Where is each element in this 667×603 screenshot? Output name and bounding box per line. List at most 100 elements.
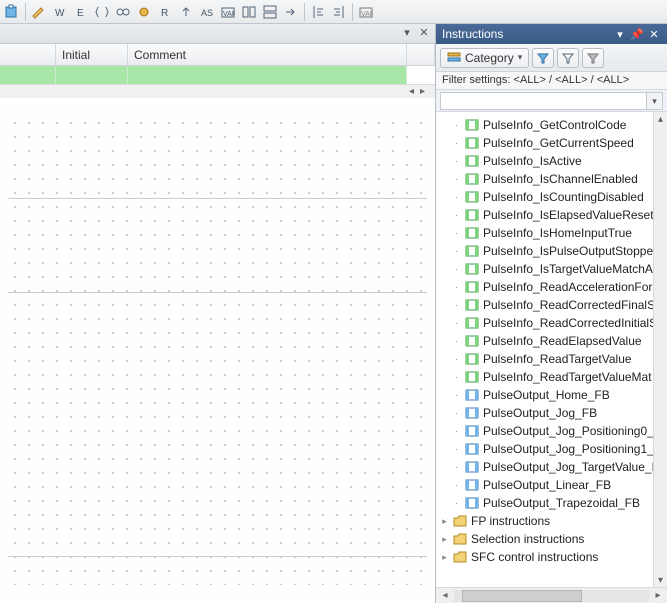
instructions-toolbar: Category ▾ [436, 44, 667, 72]
filter1-button[interactable] [532, 48, 554, 68]
fn-icon [465, 370, 479, 384]
tool-var2-icon[interactable]: VAR [356, 2, 376, 22]
svg-text:AS: AS [201, 8, 213, 18]
instruction-item[interactable]: ·PulseOutput_Jog_Positioning1_F [438, 440, 665, 458]
instruction-label: PulseOutput_Jog_TargetValue_F [483, 460, 659, 474]
close-icon[interactable]: ✕ [417, 27, 431, 41]
grid-col-comment[interactable]: Comment [128, 44, 407, 65]
tree-node-icon: · [452, 319, 461, 328]
tool-chain-icon[interactable] [113, 2, 133, 22]
grid-col-0[interactable] [0, 44, 56, 65]
panel-title-text: Instructions [442, 27, 503, 41]
grid-col-last[interactable] [407, 44, 435, 65]
tool-w-icon[interactable]: W [50, 2, 70, 22]
instruction-item[interactable]: ·PulseInfo_IsPulseOutputStoppe [438, 242, 665, 260]
instruction-item[interactable]: ·PulseOutput_Home_FB [438, 386, 665, 404]
tool-pencil-icon[interactable] [29, 2, 49, 22]
tree-node-icon: · [452, 373, 461, 382]
tree-hscroll[interactable]: ◂ ▸ [436, 587, 667, 603]
category-label: SFC control instructions [471, 550, 598, 564]
tree-node-icon: · [452, 409, 461, 418]
tree-node-icon: · [452, 247, 461, 256]
tree-vscroll[interactable]: ▴ ▾ [653, 112, 667, 587]
tool-as-icon[interactable]: AS [197, 2, 217, 22]
panel-close-icon[interactable]: ✕ [647, 27, 661, 41]
instruction-item[interactable]: ·PulseInfo_ReadCorrectedFinalS [438, 296, 665, 314]
category-button[interactable]: Category ▾ [440, 48, 529, 68]
tool-split-icon[interactable] [260, 2, 280, 22]
instruction-label: PulseInfo_IsTargetValueMatchA [483, 262, 653, 276]
instruction-item[interactable]: ·PulseInfo_GetControlCode [438, 116, 665, 134]
grid-hscroll[interactable]: ◂ ▸ [0, 84, 435, 98]
dropdown-icon[interactable]: ▾ [400, 27, 414, 41]
instruction-item[interactable]: · PulseOutput_Jog_TargetValue_F [438, 458, 665, 476]
scroll-right-icon[interactable]: ▸ [651, 590, 665, 602]
scroll-down-icon[interactable]: ▾ [654, 573, 667, 587]
tool-node-icon[interactable] [134, 2, 154, 22]
editor-pane: ▾ ✕ Initial Comment ◂ ▸ [0, 24, 436, 603]
category-label: Category [465, 51, 514, 65]
instruction-item[interactable]: ·PulseInfo_IsTargetValueMatchA [438, 260, 665, 278]
fn-icon [465, 352, 479, 366]
expand-icon[interactable]: ▸ [440, 535, 449, 544]
scroll-left-icon[interactable]: ◂ [438, 590, 452, 602]
instruction-category[interactable]: ▸Selection instructions [438, 530, 665, 548]
ladder-editor[interactable] [0, 98, 435, 603]
grid-col-initial[interactable]: Initial [56, 44, 128, 65]
instruction-item[interactable]: ·PulseInfo_IsChannelEnabled [438, 170, 665, 188]
scroll-thumb[interactable] [462, 590, 582, 602]
tree-node-icon: · [452, 463, 461, 472]
fn-icon [465, 316, 479, 330]
tool-r-icon[interactable]: R [155, 2, 175, 22]
tool-layout-icon[interactable] [239, 2, 259, 22]
chevron-down-icon: ▾ [518, 52, 523, 63]
category-label: FP instructions [471, 514, 550, 528]
instruction-item[interactable]: ·PulseInfo_ReadElapsedValue [438, 332, 665, 350]
scroll-right-icon[interactable]: ▸ [420, 86, 431, 97]
instruction-item[interactable]: ·PulseInfo_ReadTargetValue [438, 350, 665, 368]
instruction-category[interactable]: ▸ FP instructions [438, 512, 665, 530]
instruction-label: PulseInfo_ReadAccelerationFor [483, 280, 652, 294]
fn-icon [465, 190, 479, 204]
fn-icon [465, 154, 479, 168]
instruction-item[interactable]: ·PulseOutput_Trapezoidal_FB [438, 494, 665, 512]
fn-icon [465, 208, 479, 222]
search-input[interactable] [440, 92, 647, 110]
tool-e-icon[interactable]: E [71, 2, 91, 22]
tool-align-left-icon[interactable] [308, 2, 328, 22]
filter3-button[interactable] [582, 48, 604, 68]
panel-menu-icon[interactable]: ▾ [613, 27, 627, 41]
expand-icon[interactable]: ▸ [440, 553, 449, 562]
tool-align-right-icon[interactable] [329, 2, 349, 22]
instruction-label: PulseInfo_IsActive [483, 154, 582, 168]
instruction-item[interactable]: ·PulseInfo_IsCountingDisabled [438, 188, 665, 206]
instruction-item[interactable]: ·PulseInfo_IsHomeInputTrue [438, 224, 665, 242]
search-dropdown-icon[interactable]: ▾ [647, 92, 663, 110]
instruction-item[interactable]: ·PulseOutput_Jog_Positioning0_ [438, 422, 665, 440]
panel-pin-icon[interactable]: 📌 [630, 27, 644, 41]
instruction-label: PulseOutput_Linear_FB [483, 478, 611, 492]
expand-icon[interactable]: ▸ [440, 517, 449, 526]
tool-bracket-icon[interactable] [92, 2, 112, 22]
instruction-item[interactable]: ·PulseInfo_ReadCorrectedInitialS [438, 314, 665, 332]
instruction-label: PulseInfo_GetCurrentSpeed [483, 136, 634, 150]
tool-arrow-up-icon[interactable] [176, 2, 196, 22]
variable-grid-row[interactable] [0, 66, 435, 84]
instruction-tree[interactable]: ·PulseInfo_GetControlCode·PulseInfo_GetC… [436, 112, 667, 587]
filter2-button[interactable] [557, 48, 579, 68]
scroll-up-icon[interactable]: ▴ [654, 112, 667, 126]
instruction-item[interactable]: ·PulseInfo_IsActive [438, 152, 665, 170]
fb-icon [465, 388, 479, 402]
instruction-category[interactable]: ▸ SFC control instructions [438, 548, 665, 566]
instruction-item[interactable]: ·PulseInfo_ReadTargetValueMat [438, 368, 665, 386]
instruction-item[interactable]: ·PulseOutput_Linear_FB [438, 476, 665, 494]
instruction-item[interactable]: ·PulseOutput_Jog_FB [438, 404, 665, 422]
fb-icon [465, 406, 479, 420]
scroll-left-icon[interactable]: ◂ [409, 86, 420, 97]
tool-icon-1[interactable] [2, 2, 22, 22]
instruction-item[interactable]: ·PulseInfo_GetCurrentSpeed [438, 134, 665, 152]
instruction-item[interactable]: ·PulseInfo_IsElapsedValueReset [438, 206, 665, 224]
tool-var-icon[interactable]: VAR [218, 2, 238, 22]
instruction-item[interactable]: ·PulseInfo_ReadAccelerationFor [438, 278, 665, 296]
tool-arrow-icon[interactable] [281, 2, 301, 22]
